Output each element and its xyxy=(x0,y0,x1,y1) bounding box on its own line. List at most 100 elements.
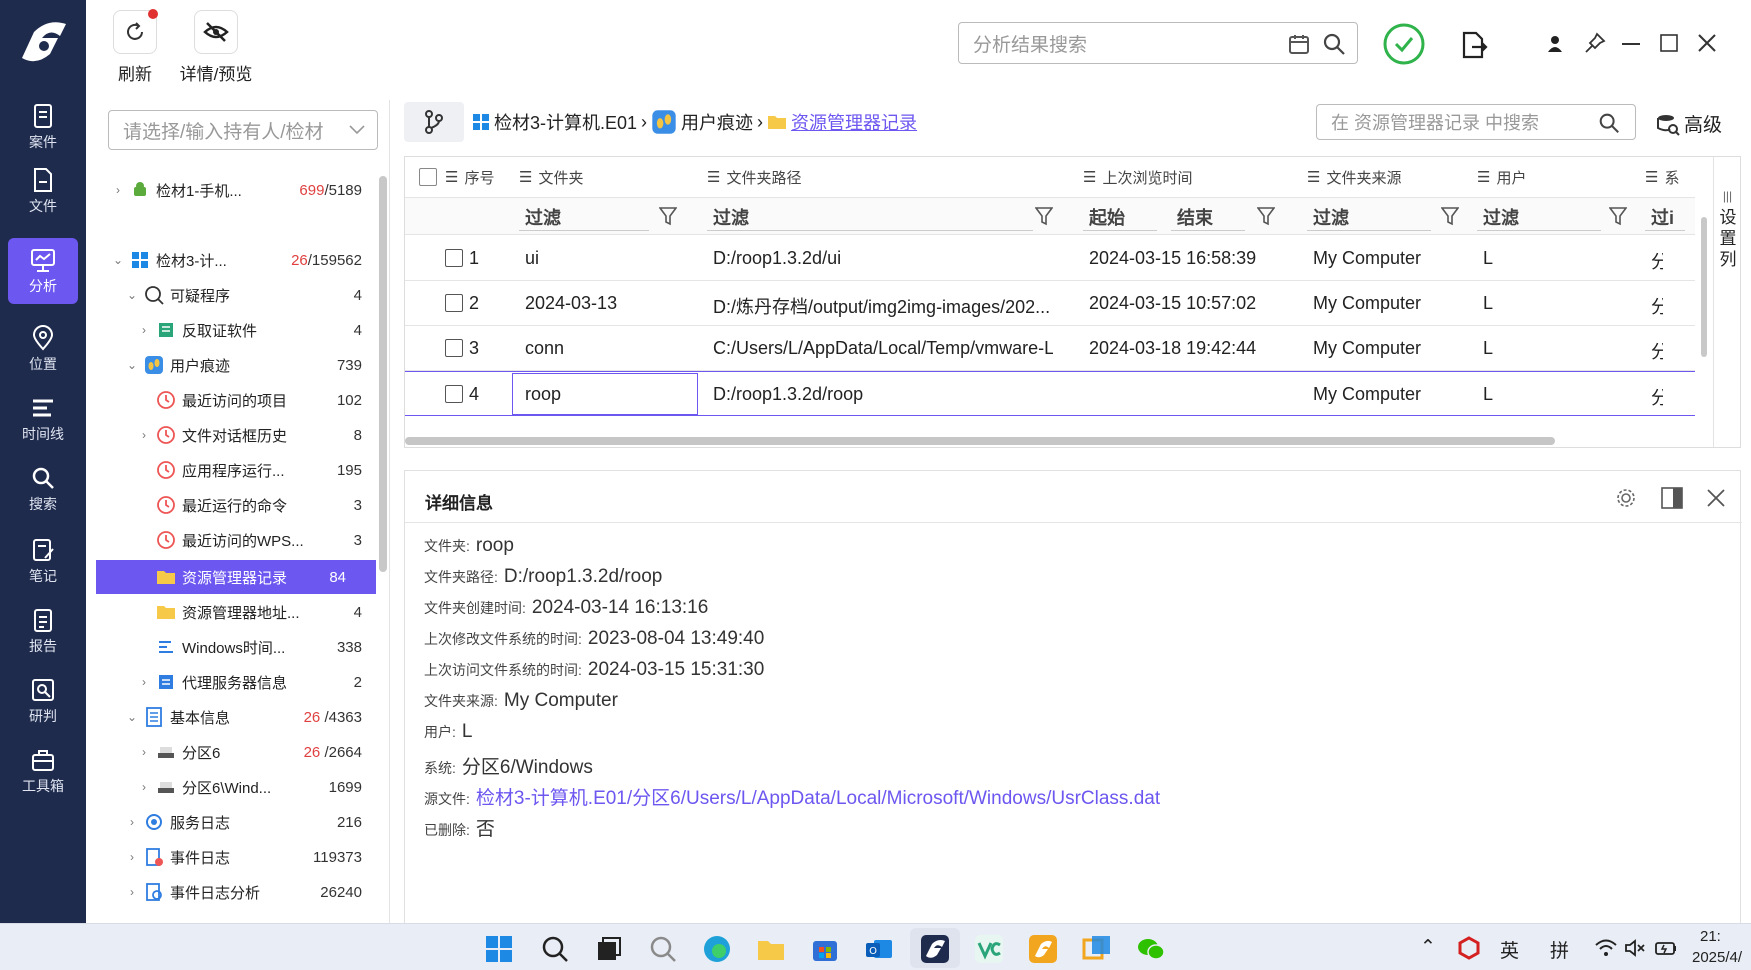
tree-node[interactable]: 最近访问的WPS... 3 xyxy=(152,525,362,555)
pin-icon[interactable] xyxy=(1584,32,1606,54)
vc-app-icon[interactable] xyxy=(974,934,1004,964)
row-checkbox[interactable] xyxy=(445,294,463,312)
column-menu-icon[interactable]: ☰ xyxy=(1307,168,1320,186)
chevron-right-icon[interactable]: › xyxy=(136,428,152,442)
search-icon[interactable] xyxy=(1597,111,1621,135)
tree-node[interactable]: › 分区6 26 /2664 xyxy=(136,737,362,767)
column-menu-icon[interactable]: ☰ xyxy=(1645,168,1658,186)
tree-node[interactable]: ⌄ 基本信息 26 /4363 xyxy=(124,702,362,732)
col-header-path[interactable]: ☰ 文件夹路径 xyxy=(707,157,1037,197)
column-menu-icon[interactable]: ☰ xyxy=(445,168,458,186)
col-header-system[interactable]: ☰ 系 xyxy=(1645,157,1695,197)
grid-search-input[interactable]: 在 资源管理器记录 中搜索 xyxy=(1316,104,1636,140)
tree-node[interactable]: ⌄ 可疑程序 4 xyxy=(124,280,362,310)
nav-analysis[interactable]: 分析 xyxy=(8,238,78,304)
settings-column-panel[interactable]: ||| 设置列 xyxy=(1713,157,1740,447)
owner-select[interactable]: 请选择/输入持有人/检材 xyxy=(108,110,378,150)
clock-time[interactable]: 21: xyxy=(1700,928,1721,945)
branch-button[interactable] xyxy=(404,102,464,142)
column-menu-icon[interactable]: ☰ xyxy=(707,168,720,186)
tree-node[interactable]: 最近访问的项目 102 xyxy=(152,385,362,415)
settings-gear-icon[interactable] xyxy=(1615,487,1637,509)
tree-node-selected[interactable]: 资源管理器记录 84 xyxy=(96,560,376,594)
edge-icon[interactable] xyxy=(702,934,732,964)
table-row-selected[interactable]: 4 roop D:/roop1.3.2d/roop My Computer L … xyxy=(405,371,1695,416)
tree-node[interactable]: › 反取证软件 4 xyxy=(136,315,362,345)
end-date-filter[interactable]: 结束 xyxy=(1171,203,1245,231)
wifi-icon[interactable] xyxy=(1594,938,1618,958)
tree-node[interactable]: 应用程序运行... 195 xyxy=(152,455,362,485)
tree-node[interactable]: › 事件日志 119373 xyxy=(124,842,362,872)
nav-notes[interactable]: 笔记 xyxy=(8,528,78,592)
column-menu-icon[interactable]: ☰ xyxy=(1477,168,1490,186)
nav-case[interactable]: 案件 xyxy=(8,94,78,158)
chevron-down-icon[interactable]: ⌄ xyxy=(110,253,126,267)
filter-icon[interactable] xyxy=(1257,205,1275,227)
filter-icon[interactable] xyxy=(1035,205,1053,227)
clock-date[interactable]: 2025/4/ xyxy=(1692,949,1742,966)
grid-vertical-scrollbar[interactable] xyxy=(1701,217,1707,357)
chevron-right-icon[interactable]: › xyxy=(136,745,152,759)
export-icon[interactable] xyxy=(1460,30,1488,60)
user-icon[interactable] xyxy=(1546,34,1564,54)
col-header-source[interactable]: ☰ 文件夹来源 xyxy=(1307,157,1477,197)
tree-node[interactable]: › 服务日志 216 xyxy=(124,807,362,837)
select-all-checkbox[interactable] xyxy=(419,168,437,186)
tree-scrollbar[interactable] xyxy=(379,176,387,572)
wechat-icon[interactable] xyxy=(1136,934,1166,964)
nav-report[interactable]: 报告 xyxy=(8,598,78,662)
calendar-icon[interactable] xyxy=(1287,32,1311,56)
table-row[interactable]: 2 2024-03-13 D:/炼丹存档/output/img2img-imag… xyxy=(405,281,1695,326)
ime-mode[interactable]: 拼 xyxy=(1550,936,1569,963)
battery-icon[interactable] xyxy=(1654,938,1678,958)
tree-node[interactable]: 资源管理器地址... 4 xyxy=(152,597,362,627)
detail-preview-button[interactable]: 详情/预览 xyxy=(172,10,260,85)
col-header-folder[interactable]: ☰ 文件夹 xyxy=(519,157,699,197)
nav-location[interactable]: 位置 xyxy=(8,316,78,380)
search-icon[interactable] xyxy=(540,934,570,964)
user-filter-input[interactable]: 过滤 xyxy=(1477,203,1601,231)
col-header-last-viewed[interactable]: ☰ 上次浏览时间 xyxy=(1083,157,1293,197)
col-header-index[interactable]: ☰ 序号 xyxy=(419,157,519,197)
table-row[interactable]: 3 conn C:/Users/L/AppData/Local/Temp/vmw… xyxy=(405,326,1695,371)
chevron-right-icon[interactable]: › xyxy=(124,850,140,864)
grid-horizontal-scrollbar[interactable] xyxy=(405,437,1555,445)
analysis-search-input[interactable]: 分析结果搜索 xyxy=(958,22,1358,64)
shield-check-icon[interactable] xyxy=(1382,22,1426,66)
tree-node[interactable]: › 文件对话框历史 8 xyxy=(136,420,362,450)
row-checkbox[interactable] xyxy=(445,339,463,357)
task-view-icon[interactable] xyxy=(594,934,624,964)
chevron-right-icon[interactable]: › xyxy=(136,323,152,337)
tree-node[interactable]: › 代理服务器信息 2 xyxy=(136,667,362,697)
outlook-icon[interactable]: O xyxy=(864,934,894,964)
forensic-app-icon[interactable] xyxy=(920,934,950,964)
breadcrumb-item-current[interactable]: 资源管理器记录 xyxy=(791,109,917,135)
breadcrumb-item[interactable]: 检材3-计算机.E01 xyxy=(494,109,637,135)
col-header-user[interactable]: ☰ 用户 xyxy=(1477,157,1627,197)
row-checkbox[interactable] xyxy=(445,249,463,267)
path-filter-input[interactable]: 过滤 xyxy=(707,203,1033,231)
security-tray-icon[interactable] xyxy=(1458,936,1480,960)
chevron-right-icon[interactable]: › xyxy=(124,815,140,829)
row-checkbox[interactable] xyxy=(445,385,463,403)
split-view-icon[interactable] xyxy=(1661,487,1683,509)
advanced-search-button[interactable]: 高级 xyxy=(1656,110,1722,137)
ime-language[interactable]: 英 xyxy=(1500,936,1519,963)
remote-app-icon[interactable] xyxy=(1082,934,1112,964)
source-filter-input[interactable]: 过滤 xyxy=(1307,203,1431,231)
nav-search[interactable]: 搜索 xyxy=(8,456,78,520)
breadcrumb-item[interactable]: 用户痕迹 xyxy=(681,109,753,135)
minimize-icon[interactable] xyxy=(1622,42,1640,46)
tree-node[interactable]: Windows时间... 338 xyxy=(152,632,362,662)
nav-file[interactable]: 文件 xyxy=(8,158,78,222)
chevron-right-icon[interactable]: › xyxy=(136,675,152,689)
file-explorer-icon[interactable] xyxy=(756,934,786,964)
chevron-down-icon[interactable]: ⌄ xyxy=(124,288,140,302)
tree-node[interactable]: ⌄ 用户痕迹 739 xyxy=(124,350,362,380)
close-panel-icon[interactable] xyxy=(1707,489,1725,507)
filter-icon[interactable] xyxy=(1441,205,1459,227)
orange-app-icon[interactable] xyxy=(1028,934,1058,964)
source-file-link[interactable]: 检材3-计算机.E01/分区6/Users/L/AppData/Local/Mi… xyxy=(476,788,1160,809)
table-row[interactable]: 1 ui D:/roop1.3.2d/ui 2024-03-15 16:58:3… xyxy=(405,236,1695,281)
chevron-right-icon[interactable]: › xyxy=(110,183,126,197)
